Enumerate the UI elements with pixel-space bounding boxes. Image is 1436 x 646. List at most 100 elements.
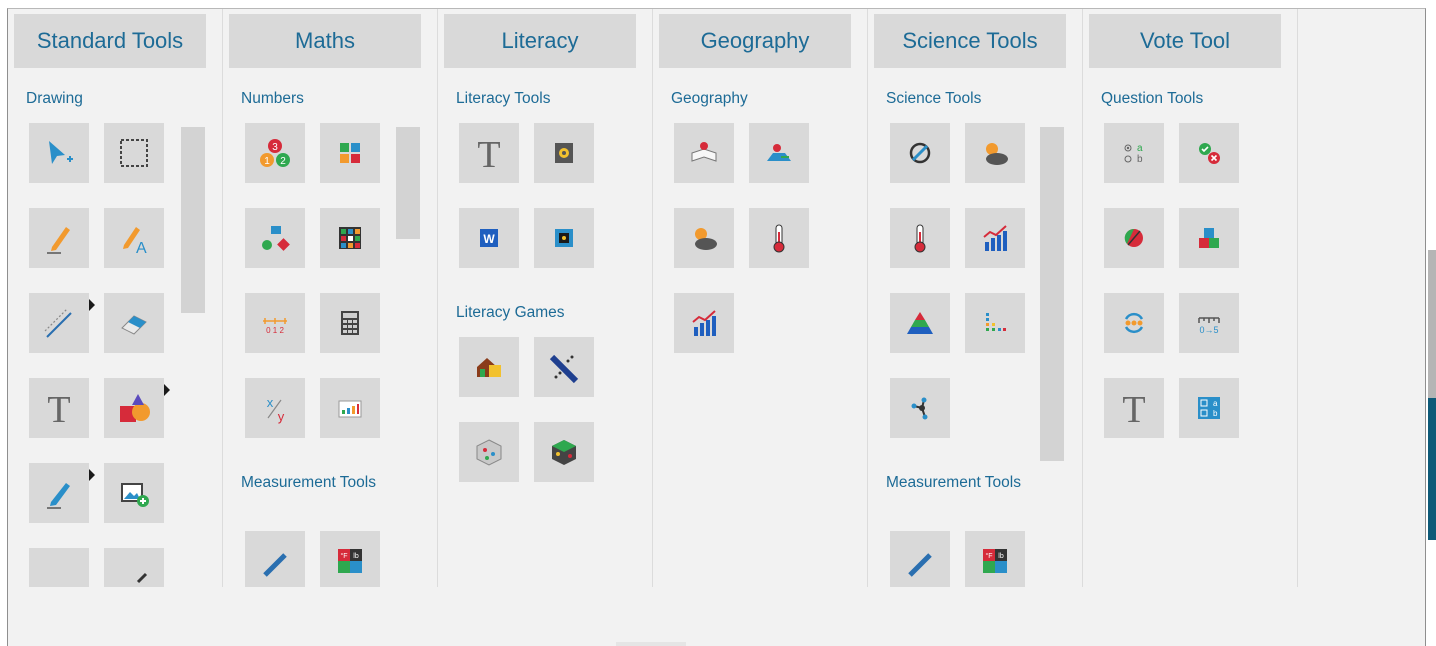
checkbox-answer-icon: ab <box>1198 397 1220 419</box>
audio-safe-tool[interactable] <box>534 123 594 183</box>
column-header-maths[interactable]: Maths <box>229 14 421 68</box>
unit-converter-tool[interactable]: °F lb <box>965 531 1025 587</box>
text-tool[interactable]: T <box>459 123 519 183</box>
number-bonds-tool[interactable]: 3 1 2 <box>245 123 305 183</box>
pyramid-tool[interactable] <box>890 293 950 353</box>
group-title-drawing: Drawing <box>26 90 83 107</box>
tally-chart-tool[interactable] <box>320 378 380 438</box>
text-tool-glyph: T <box>47 389 70 430</box>
column-vote-tool: Vote Tool Question Tools ab 0→5 T ab <box>1083 9 1298 587</box>
weather-tool[interactable] <box>674 208 734 268</box>
ruler-tool[interactable] <box>890 531 950 587</box>
calculator-tool[interactable] <box>320 293 380 353</box>
map-pin-tool[interactable] <box>749 123 809 183</box>
tally-chart-icon <box>338 400 362 418</box>
number-scale-icon: 0→5 <box>1198 317 1220 335</box>
pen-tool[interactable] <box>29 208 89 268</box>
thermometer-tool[interactable] <box>890 208 950 268</box>
column-header-geography[interactable]: Geography <box>659 14 851 68</box>
highlighter-tool[interactable] <box>29 463 95 523</box>
molecule-tool[interactable] <box>890 378 950 438</box>
true-false-tool[interactable] <box>1104 208 1164 268</box>
blocks-tool[interactable] <box>1179 208 1239 268</box>
more-tool[interactable] <box>29 548 89 587</box>
right-wrong-tool[interactable] <box>1179 123 1239 183</box>
map-book-icon <box>691 142 717 162</box>
checkbox-answer-tool[interactable]: ab <box>1179 378 1239 438</box>
group-title-literacy-games: Literacy Games <box>456 304 565 321</box>
weather-icon <box>695 228 717 250</box>
select-arrow-tool[interactable] <box>29 123 89 183</box>
group-title-measurement-tools: Measurement Tools <box>886 474 1021 491</box>
scrollbar-thumb[interactable] <box>1040 127 1064 461</box>
blocks-icon <box>1199 228 1219 248</box>
number-line-icon: 0 1 2 <box>263 318 287 335</box>
cycle-tool[interactable] <box>1104 293 1164 353</box>
shapes-tool[interactable] <box>104 378 170 438</box>
word-search-tool[interactable] <box>534 337 594 397</box>
dot-chart-tool[interactable] <box>965 293 1025 353</box>
number-bond-right: 2 <box>280 156 286 167</box>
word-document-tool[interactable]: W <box>459 208 519 268</box>
number-bond-top: 3 <box>272 142 278 153</box>
audio-safe-icon <box>555 143 573 163</box>
side-panel-tab[interactable] <box>1428 398 1436 540</box>
group-title-question-tools: Question Tools <box>1101 90 1204 107</box>
map-book-tool[interactable] <box>674 123 734 183</box>
group-title-measurement-tools: Measurement Tools <box>241 474 376 491</box>
dice-tool[interactable] <box>534 422 594 482</box>
column-header-science-tools[interactable]: Science Tools <box>874 14 1066 68</box>
more-tool[interactable] <box>104 548 164 587</box>
number-bond-left: 1 <box>264 156 270 167</box>
sorting-shapes-tool[interactable] <box>245 208 305 268</box>
scrollbar-thumb[interactable] <box>396 127 420 239</box>
insert-image-tool[interactable] <box>104 463 164 523</box>
unit-converter-tool[interactable]: °F lb <box>320 531 380 587</box>
letter-cube-tool[interactable] <box>459 422 519 482</box>
insert-image-icon <box>121 483 149 507</box>
word-badge-letter: W <box>483 232 495 246</box>
word-house-tool[interactable] <box>459 337 519 397</box>
thermometer-tool[interactable] <box>749 208 809 268</box>
locked-box-tool[interactable] <box>534 208 594 268</box>
ruler-tool[interactable] <box>245 531 305 587</box>
text-answer-tool[interactable]: T <box>1104 378 1164 438</box>
fractions-tool[interactable]: xy <box>245 378 305 438</box>
line-tool[interactable] <box>29 293 95 353</box>
shapes-icon <box>120 394 150 422</box>
column-divider <box>1297 9 1298 587</box>
handwriting-recognition-tool[interactable]: A <box>104 208 164 268</box>
thermometer-icon <box>914 224 926 253</box>
bottom-handle[interactable] <box>616 642 686 646</box>
graph-tool[interactable] <box>674 293 734 353</box>
number-line-tool[interactable]: 0 1 2 <box>245 293 305 353</box>
text-tool-glyph: T <box>1122 389 1145 430</box>
unit-converter-temp: °F <box>985 552 992 560</box>
four-operations-tool[interactable] <box>320 123 380 183</box>
right-wrong-icon <box>1199 143 1220 164</box>
weather-tool[interactable] <box>965 123 1025 183</box>
unit-converter-icon: °F lb <box>338 549 362 573</box>
scrollbar-thumb[interactable] <box>181 127 205 313</box>
expand-caret-icon <box>89 299 95 311</box>
multiple-choice-tool[interactable]: ab <box>1104 123 1164 183</box>
cycle-icon <box>1124 312 1144 334</box>
compass-tool[interactable] <box>890 123 950 183</box>
eraser-tool[interactable] <box>104 293 164 353</box>
svg-text:A: A <box>136 240 147 257</box>
graph-tool[interactable] <box>965 208 1025 268</box>
text-answer-icon: T <box>1122 389 1145 430</box>
number-scale-tool[interactable]: 0→5 <box>1179 293 1239 353</box>
unit-converter-icon: °F lb <box>983 549 1007 573</box>
calculator-icon <box>341 311 359 335</box>
column-header-standard-tools[interactable]: Standard Tools <box>14 14 206 68</box>
fraction-numerator: x <box>267 395 274 410</box>
column-header-literacy[interactable]: Literacy <box>444 14 636 68</box>
text-tool[interactable]: T <box>29 378 89 438</box>
marquee-select-tool[interactable] <box>104 123 164 183</box>
group-title-geography: Geography <box>671 90 748 107</box>
checkbox-b-label: b <box>1213 409 1218 418</box>
column-header-vote-tool[interactable]: Vote Tool <box>1089 14 1281 68</box>
text-tool-glyph: T <box>477 134 500 175</box>
hundred-square-tool[interactable] <box>320 208 380 268</box>
